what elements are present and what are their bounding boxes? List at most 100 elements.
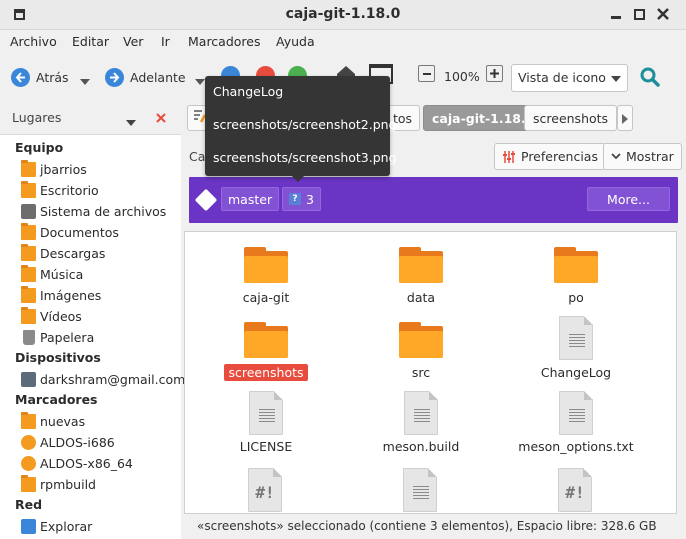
trash-icon: [23, 329, 35, 345]
section-dispositivos: Dispositivos: [15, 350, 101, 365]
search-button[interactable]: [640, 67, 660, 91]
sidebar-item-filesystem[interactable]: Sistema de archivos: [21, 201, 166, 221]
folder-icon: [21, 411, 36, 429]
menu-ir[interactable]: Ir: [161, 34, 170, 49]
git-icon: [194, 188, 218, 212]
view-mode-value: Vista de icono: [518, 70, 606, 85]
scrollbar[interactable]: [677, 231, 686, 514]
path-scroll-right-button[interactable]: [617, 105, 633, 131]
sidebar-item-label: nuevas: [40, 413, 86, 429]
sidebar-item-escritorio[interactable]: Escritorio: [21, 180, 99, 200]
sidebar-type-chevron-icon[interactable]: [126, 115, 136, 130]
back-button[interactable]: Atrás: [11, 66, 69, 88]
file-item[interactable]: data: [361, 245, 481, 315]
menu-archivo[interactable]: Archivo: [10, 34, 57, 49]
close-window-button[interactable]: [656, 7, 670, 21]
file-name: screenshots: [206, 364, 326, 381]
file-item[interactable]: meson.build: [361, 389, 481, 465]
file-item[interactable]: src: [361, 320, 481, 390]
tooltip-line: screenshots/screenshot3.png: [213, 150, 397, 165]
zoom-level[interactable]: 100%: [444, 69, 480, 84]
sidebar-item-explorar[interactable]: Explorar: [21, 516, 92, 536]
menu-ver[interactable]: Ver: [123, 34, 143, 49]
preferences-label: Preferencias: [521, 149, 598, 164]
git-branch-label: master: [228, 191, 273, 207]
sidebar-item-label: Explorar: [40, 518, 93, 534]
menu-editar[interactable]: Editar: [72, 34, 109, 49]
sidebar-item-aldos-i686[interactable]: ALDOS-i686: [21, 432, 115, 452]
show-label: Mostrar: [626, 149, 674, 164]
menu-ayuda[interactable]: Ayuda: [276, 34, 315, 49]
sidebar-item-documentos[interactable]: Documentos: [21, 222, 119, 242]
tooltip-line: ChangeLog: [213, 84, 284, 99]
file-item[interactable]: LICENSE: [206, 389, 326, 465]
file-item[interactable]: caja-git: [206, 245, 326, 315]
menu-bar: Archivo Editar Ver Ir Marcadores Ayuda: [0, 30, 686, 54]
folder-icon: [399, 247, 443, 283]
sidebar-item-label: Sistema de archivos: [40, 203, 167, 219]
status-text: «screenshots» seleccionado (contiene 3 e…: [197, 519, 657, 533]
sidebar-item-home[interactable]: jbarrios: [21, 159, 87, 179]
sidebar-header: Lugares: [0, 101, 181, 135]
chevron-down-icon: [611, 153, 621, 160]
sidebar-item-label: Descargas: [40, 245, 106, 261]
plus-icon: [490, 69, 499, 78]
sidebar-item-musica[interactable]: Música: [21, 264, 83, 284]
section-equipo: Equipo: [15, 140, 64, 155]
file-name: meson.build: [382, 439, 460, 454]
tooltip-arrow: [291, 175, 305, 182]
back-history-chevron-icon[interactable]: [80, 74, 90, 89]
text-file-icon[interactable]: [403, 468, 437, 512]
file-name: ChangeLog: [540, 365, 612, 380]
script-file-icon[interactable]: #!: [248, 468, 282, 512]
view-mode-select[interactable]: Vista de icono: [511, 64, 628, 92]
file-icon-view: caja-git data po screenshots src ChangeL…: [184, 231, 677, 514]
git-info-bar: master ? 3 More...: [189, 177, 678, 223]
sidebar-item-nuevas[interactable]: nuevas: [21, 411, 85, 431]
maximize-button[interactable]: [632, 7, 646, 21]
preferences-button[interactable]: Preferencias: [494, 143, 606, 170]
network-icon: [21, 518, 36, 534]
music-folder-icon: [21, 264, 36, 282]
menu-marcadores[interactable]: Marcadores: [188, 34, 261, 49]
text-file-icon: [404, 391, 438, 435]
sidebar-item-label: rpmbuild: [40, 476, 96, 492]
desktop-folder-icon: [21, 180, 36, 198]
git-more-button[interactable]: More...: [587, 187, 670, 211]
file-item[interactable]: meson_options.txt: [516, 389, 636, 465]
file-item[interactable]: ChangeLog: [516, 314, 636, 390]
forward-label: Adelante: [130, 69, 186, 85]
sidebar-item-imagenes[interactable]: Imágenes: [21, 285, 101, 305]
sidebar-close-button[interactable]: [156, 112, 166, 127]
text-file-icon: [559, 391, 593, 435]
sidebar-item-descargas[interactable]: Descargas: [21, 243, 105, 263]
sliders-icon: [503, 150, 515, 163]
chevron-right-icon: [622, 114, 628, 124]
search-icon: [640, 67, 660, 87]
script-file-icon[interactable]: #!: [558, 468, 592, 512]
file-item-selected[interactable]: screenshots: [206, 320, 326, 390]
text-file-icon: [559, 316, 593, 360]
network-drive-icon: [21, 371, 36, 387]
minus-icon: [422, 72, 431, 75]
sidebar-item-account[interactable]: darkshram@gmail.com: [21, 369, 185, 389]
tooltip-line: screenshots/screenshot2.png: [213, 117, 397, 132]
sidebar-item-videos[interactable]: Vídeos: [21, 306, 82, 326]
sidebar-item-label: jbarrios: [40, 161, 87, 177]
zoom-in-button[interactable]: [486, 65, 503, 82]
show-button[interactable]: Mostrar: [603, 143, 682, 170]
remote-folder-icon: [21, 455, 36, 471]
sidebar-title: Lugares: [12, 110, 62, 125]
sidebar-item-rpmbuild[interactable]: rpmbuild: [21, 474, 96, 494]
minimize-button[interactable]: [609, 7, 623, 21]
sidebar-item-label: Música: [40, 266, 84, 282]
close-icon: [657, 8, 669, 20]
back-label: Atrás: [36, 69, 69, 85]
sidebar-item-papelera[interactable]: Papelera: [21, 327, 94, 347]
sidebar-item-aldos-x86-64[interactable]: ALDOS-x86_64: [21, 453, 133, 473]
zoom-out-button[interactable]: [418, 65, 435, 82]
file-item[interactable]: po: [516, 245, 636, 315]
forward-history-chevron-icon[interactable]: [195, 74, 205, 89]
forward-button[interactable]: Adelante: [105, 66, 186, 88]
path-crumb-screenshots[interactable]: screenshots: [524, 105, 618, 131]
